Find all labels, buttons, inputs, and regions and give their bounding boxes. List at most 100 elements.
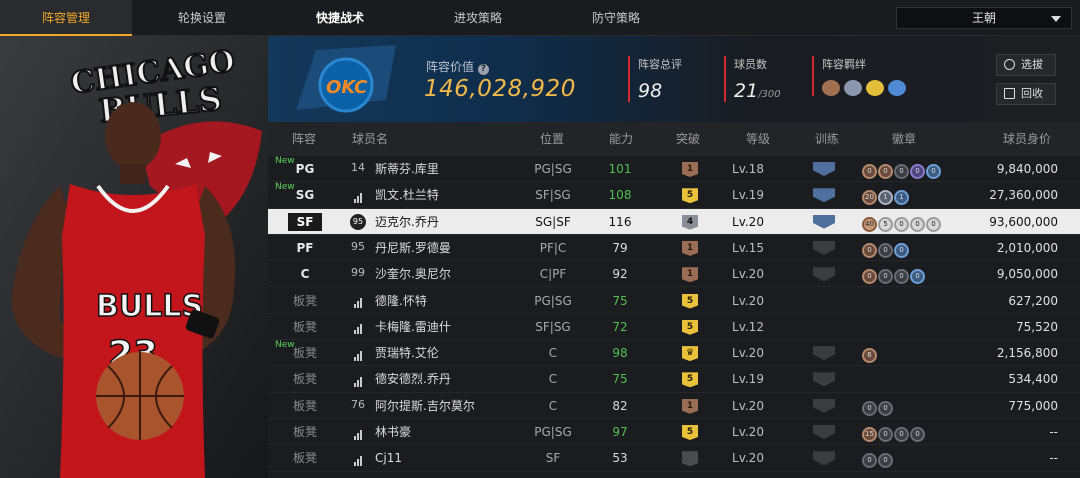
player-name[interactable]: 德隆.怀特: [375, 288, 427, 314]
training-cell[interactable]: [813, 156, 837, 182]
table-row[interactable]: New 板凳 贾瑞特.艾伦 C 98 ♛ Lv.20 6 2,156,800: [268, 340, 1080, 367]
lineup-slot[interactable]: C: [288, 261, 322, 287]
help-icon[interactable]: ?: [477, 64, 489, 75]
badge-list[interactable]: 000: [862, 235, 962, 261]
tab-defense-strategy[interactable]: 防守策略: [550, 0, 682, 36]
roster-table: 阵容 球员名 位置 能力 突破 等级 训练 徽章 球员身价 New PG 14 斯蒂芬…: [268, 122, 1080, 478]
training-shield-icon: [813, 451, 835, 466]
player-level: Lv.20: [732, 267, 764, 282]
training-cell[interactable]: [813, 182, 837, 208]
col-salary[interactable]: 球员身价: [1003, 122, 1051, 156]
player-position: C: [548, 372, 558, 387]
badge-list[interactable]: [862, 366, 962, 392]
badge-list[interactable]: 40 5 0 0 0: [862, 209, 962, 235]
badge-list[interactable]: 00: [862, 445, 962, 471]
lineup-slot[interactable]: 板凳: [288, 393, 322, 419]
badge-list[interactable]: 6: [862, 340, 962, 366]
table-row[interactable]: 板凳 德安德烈.乔丹 C 75 5 Lv.19 534,400: [268, 366, 1080, 393]
tab-offense-strategy[interactable]: 进攻策略: [412, 0, 544, 36]
player-badge-icon: 0: [894, 242, 909, 258]
breakthrough-badge-icon: 5: [682, 425, 698, 440]
table-row[interactable]: New SG 凯文.杜兰特 SF|SG 108 5 Lv.19 20 1 1 27,360,000: [268, 182, 1080, 209]
player-name[interactable]: 丹尼斯.罗德曼: [375, 235, 451, 261]
badge-list[interactable]: 00000: [862, 156, 962, 182]
player-name[interactable]: 斯蒂芬.库里: [375, 156, 439, 182]
training-cell[interactable]: [813, 366, 837, 392]
player-name[interactable]: 林书豪: [375, 419, 411, 445]
table-row[interactable]: 板凳 Cj11 SF 53 Lv.20 0 0 --: [268, 445, 1080, 472]
training-cell[interactable]: [813, 261, 837, 287]
training-cell[interactable]: [813, 288, 837, 314]
table-row[interactable]: C 99 沙奎尔.奥尼尔 C|PF 92 1 Lv.20 0 0 0 0 9,050,000: [268, 261, 1080, 288]
lineup-slot[interactable]: SG: [288, 182, 322, 208]
badge-list[interactable]: 15 0 0 0: [862, 419, 962, 445]
player-position: C|PF: [539, 267, 567, 282]
tab-rotation[interactable]: 轮换设置: [136, 0, 268, 36]
player-badge-icon: 15: [862, 427, 877, 442]
recycle-button[interactable]: 回收: [996, 83, 1056, 105]
player-badge-icon: 40: [862, 216, 877, 232]
training-cell[interactable]: [813, 445, 837, 471]
player-name[interactable]: 凯文.杜兰特: [375, 182, 439, 208]
badge-list[interactable]: 00: [862, 393, 962, 419]
lineup-slot[interactable]: PG: [288, 156, 322, 182]
breakthrough-badge-icon: ♛: [682, 346, 698, 362]
badge-list[interactable]: 20 1 1: [862, 182, 962, 208]
table-row[interactable]: New PG 14 斯蒂芬.库里 PG|SG 101 1 Lv.18 0 0 0 0 0 9,840,00…: [268, 156, 1080, 183]
training-cell[interactable]: [813, 235, 837, 261]
col-breakthrough[interactable]: 突破: [676, 122, 700, 156]
player-name[interactable]: Cj11: [375, 445, 402, 471]
bond-icon-blue: [888, 80, 906, 96]
player-badge-icon: 1: [878, 190, 893, 206]
lineup-slot[interactable]: SF: [288, 212, 322, 231]
lineup-slot[interactable]: 板凳: [288, 340, 322, 366]
lineup-slot[interactable]: 板凳: [288, 314, 322, 340]
lineup-slot[interactable]: 板凳: [288, 288, 322, 314]
table-row[interactable]: 板凳 76 阿尔提斯.吉尔莫尔 C 82 1 Lv.20 0 0 775,000: [268, 393, 1080, 419]
badge-list[interactable]: [862, 314, 962, 340]
player-name[interactable]: 贾瑞特.艾伦: [375, 340, 439, 366]
jersey-number-icon: 95: [351, 239, 365, 253]
player-rating: 108: [608, 188, 632, 203]
training-cell[interactable]: [813, 314, 837, 340]
table-row[interactable]: 板凳 德隆.怀特 PG|SG 75 5 Lv.20 627,200: [268, 288, 1080, 314]
training-cell[interactable]: [813, 209, 837, 235]
signal-bars-icon: [350, 424, 366, 440]
player-name[interactable]: 卡梅隆.雷迪什: [375, 314, 451, 340]
col-player-name[interactable]: 球员名: [352, 122, 388, 156]
bond-icons[interactable]: [822, 80, 906, 96]
team-select[interactable]: 王朝: [896, 7, 1072, 29]
player-name[interactable]: 沙奎尔.奥尼尔: [375, 261, 451, 287]
col-training[interactable]: 训练: [815, 122, 839, 156]
draft-button[interactable]: 选拔: [996, 54, 1056, 76]
table-row[interactable]: 板凳 林书豪 PG|SG 97 5 Lv.20 15 0 0 0 --: [268, 419, 1080, 446]
jersey-number-icon: 95: [350, 213, 366, 230]
table-row[interactable]: SF 95 迈克尔.乔丹 SG|SF 116 4 Lv.20 40 5 0 0 0 93,600,000: [268, 208, 1080, 235]
badge-list[interactable]: 0000: [862, 261, 962, 287]
lineup-slot[interactable]: 板凳: [288, 419, 322, 445]
col-level[interactable]: 等级: [746, 122, 770, 156]
player-badge-icon: 0: [878, 164, 893, 179]
player-level: Lv.19: [732, 372, 764, 387]
player-name[interactable]: 迈克尔.乔丹: [375, 209, 439, 235]
lineup-slot[interactable]: PF: [288, 235, 322, 261]
table-row[interactable]: 板凳 卡梅隆.雷迪什 SF|SG 72 5 Lv.12 75,520: [268, 314, 1080, 341]
col-badges[interactable]: 徽章: [892, 122, 916, 156]
col-rating[interactable]: 能力: [609, 122, 633, 156]
tab-lineup[interactable]: 阵容管理: [0, 0, 132, 36]
col-lineup[interactable]: 阵容: [292, 122, 316, 156]
player-name[interactable]: 阿尔提斯.吉尔莫尔: [375, 393, 475, 419]
player-name[interactable]: 德安德烈.乔丹: [375, 366, 451, 392]
lineup-slot[interactable]: 板凳: [288, 366, 322, 392]
training-cell[interactable]: [813, 340, 837, 366]
player-badge-icon: 0: [926, 216, 941, 232]
tab-quick-tactics[interactable]: 快捷战术: [274, 0, 406, 36]
player-level: Lv.18: [732, 162, 764, 176]
training-cell[interactable]: [813, 419, 837, 445]
training-cell[interactable]: [813, 393, 837, 419]
col-position[interactable]: 位置: [540, 122, 564, 156]
breakthrough-cell: 5: [670, 314, 710, 340]
lineup-slot[interactable]: 板凳: [288, 445, 322, 471]
table-row[interactable]: PF 95 丹尼斯.罗德曼 PF|C 79 1 Lv.15 0 0 0 2,010,000: [268, 235, 1080, 262]
badge-list[interactable]: [862, 288, 962, 314]
